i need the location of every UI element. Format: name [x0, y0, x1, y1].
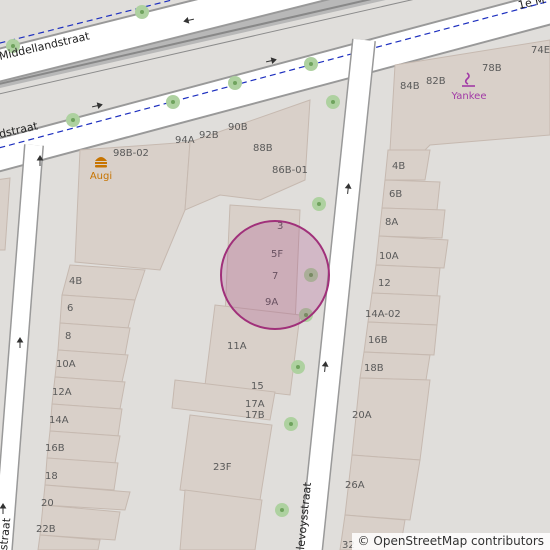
house-number: 4B: [392, 161, 405, 172]
house-number: 8: [65, 331, 71, 342]
house-number: 22B: [36, 524, 56, 535]
house-number: 88B: [253, 143, 273, 154]
house-number: 94A: [175, 135, 195, 146]
location-highlight-circle[interactable]: [220, 220, 330, 330]
house-number: 92B: [199, 130, 219, 141]
house-number: 16B: [368, 335, 388, 346]
house-number: 18B: [364, 363, 384, 374]
house-number: 84B: [400, 81, 420, 92]
house-number: 23F: [213, 462, 232, 473]
house-number: 78B: [482, 63, 502, 74]
map-attribution[interactable]: © OpenStreetMap contributors: [351, 533, 550, 550]
house-number: 20: [41, 498, 54, 509]
house-number: 6B: [389, 189, 402, 200]
house-number: 74E: [531, 45, 550, 56]
copyright-symbol: ©: [357, 534, 370, 548]
house-number: 10A: [56, 359, 76, 370]
poi-label-augi: Augi: [90, 171, 112, 182]
map-canvas[interactable]: Middellandstraat dstraat 1e M Pstraat le…: [0, 0, 550, 550]
house-number: 10A: [379, 251, 399, 262]
house-number: 86B-01: [272, 165, 308, 176]
house-number: 15: [251, 381, 264, 392]
poi-label-yankee: Yankee: [451, 91, 487, 102]
house-number: 17B: [245, 410, 265, 421]
house-number: 26A: [345, 480, 365, 491]
attribution-link[interactable]: OpenStreetMap contributors: [373, 534, 544, 548]
house-number: 6: [67, 303, 73, 314]
house-number: 20A: [352, 410, 372, 421]
house-number: 8A: [385, 217, 398, 228]
house-number: 98B-02: [113, 148, 149, 159]
house-number: 17A: [245, 399, 265, 410]
house-number: 90B: [228, 122, 248, 133]
house-number: 18: [45, 471, 58, 482]
house-number: 12A: [52, 387, 72, 398]
house-number: 14A-02: [365, 309, 401, 320]
house-number: 14A: [49, 415, 69, 426]
house-number: 82B: [426, 76, 446, 87]
house-number: 12: [378, 278, 391, 289]
house-number: 16B: [45, 443, 65, 454]
house-number: 11A: [227, 341, 247, 352]
house-number: 4B: [69, 276, 82, 287]
map-view[interactable]: Middellandstraat dstraat 1e M Pstraat le…: [0, 0, 550, 550]
